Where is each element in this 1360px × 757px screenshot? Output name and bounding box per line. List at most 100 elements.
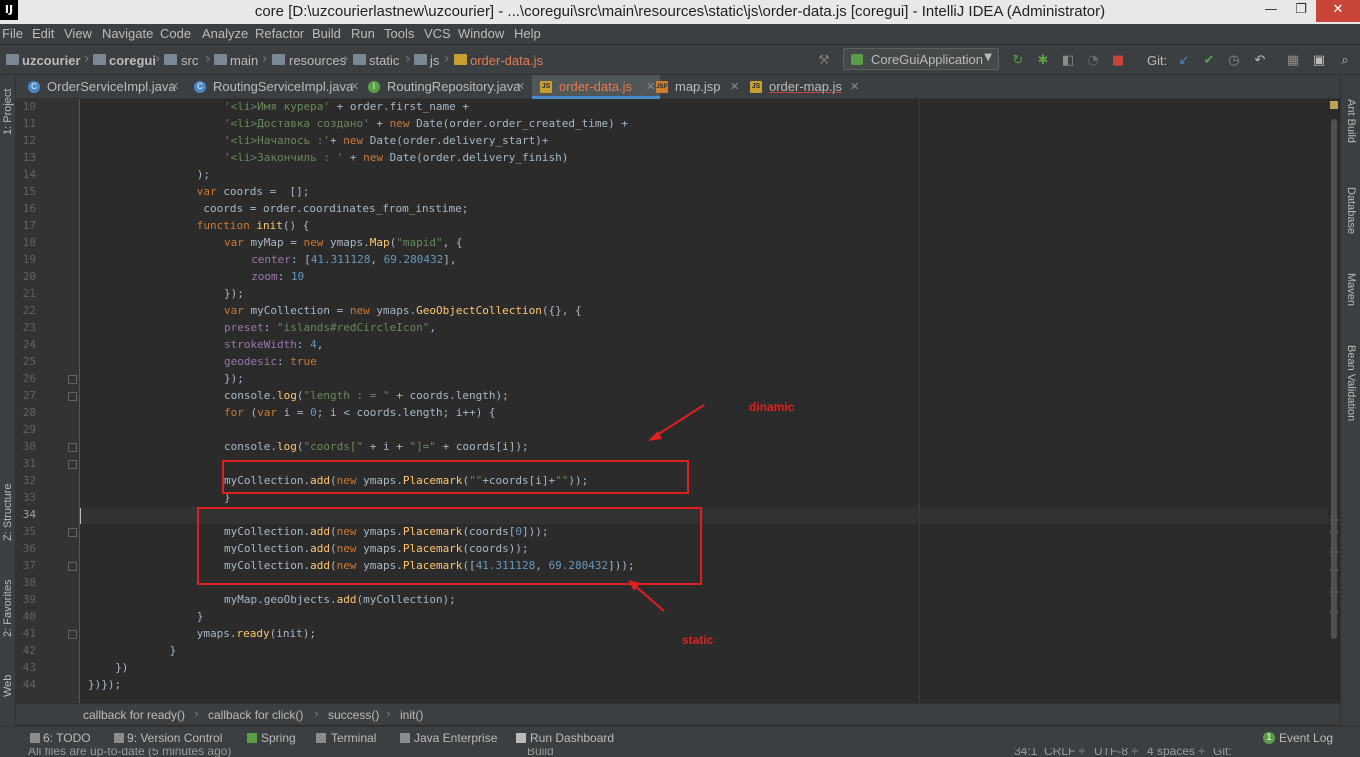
- line-number: 36: [22, 542, 36, 555]
- run-configuration-select[interactable]: CoreGuiApplication ▼: [843, 48, 999, 70]
- tool-tab-bean-validation[interactable]: Bean Validation: [1345, 345, 1357, 421]
- class-icon: C: [194, 81, 206, 93]
- line-number: 18: [22, 236, 36, 249]
- line-number: 42: [22, 644, 36, 657]
- editor-scrollbar[interactable]: [1331, 119, 1337, 639]
- status-caret-position[interactable]: 34:1: [1014, 748, 1037, 757]
- line-number: 35: [22, 525, 36, 538]
- fold-marker-icon[interactable]: [68, 562, 77, 571]
- code-crumb-init[interactable]: init(): [400, 708, 423, 722]
- folder-icon: [6, 54, 19, 65]
- fold-marker-icon[interactable]: [68, 460, 77, 469]
- static-annotation: static: [682, 633, 714, 647]
- history-icon[interactable]: ◷: [1226, 53, 1242, 69]
- tab-map-jsp[interactable]: JSP map.jsp ✕: [648, 75, 744, 99]
- status-line-separator[interactable]: CRLF ÷: [1044, 748, 1085, 757]
- fold-marker-icon[interactable]: [68, 630, 77, 639]
- menu-view[interactable]: View: [64, 26, 92, 41]
- menu-window[interactable]: Window: [458, 26, 504, 41]
- breadcrumb-file[interactable]: order-data.js: [470, 53, 543, 68]
- terminal-icon[interactable]: ▣: [1311, 53, 1327, 69]
- code-crumb-success[interactable]: success(): [328, 708, 379, 722]
- close-icon[interactable]: ✕: [850, 75, 859, 99]
- rerun-icon[interactable]: ↻: [1010, 53, 1026, 69]
- debug-icon[interactable]: ✱: [1035, 53, 1051, 69]
- menu-run[interactable]: Run: [351, 26, 375, 41]
- close-icon[interactable]: ✕: [516, 75, 525, 99]
- menu-file[interactable]: File: [2, 26, 23, 41]
- close-icon[interactable]: ✕: [350, 75, 359, 99]
- tool-tab-project[interactable]: 1: Project: [2, 89, 14, 135]
- tool-tab-run-dashboard[interactable]: Run Dashboard: [530, 731, 614, 745]
- line-number: 19: [22, 253, 36, 266]
- status-encoding[interactable]: UTF-8 ÷: [1094, 748, 1138, 757]
- search-everywhere-icon[interactable]: ⌕: [1337, 53, 1353, 69]
- tool-tab-maven[interactable]: Maven: [1345, 273, 1357, 306]
- git-commit-icon[interactable]: ✔: [1201, 53, 1217, 69]
- breadcrumb-js[interactable]: js: [430, 53, 439, 68]
- tool-tab-web[interactable]: Web: [2, 675, 14, 697]
- code-crumb-click[interactable]: callback for click(): [208, 708, 303, 722]
- tool-tab-event-log[interactable]: Event Log: [1279, 731, 1333, 745]
- chevron-right-icon: ›: [84, 51, 90, 67]
- warning-indicator-icon[interactable]: [1330, 101, 1338, 109]
- menu-code[interactable]: Code: [160, 26, 191, 41]
- close-icon[interactable]: ✕: [170, 75, 179, 99]
- tool-tab-terminal[interactable]: Terminal: [331, 731, 376, 745]
- menu-tools[interactable]: Tools: [384, 26, 414, 41]
- tool-tab-todo[interactable]: 6: TODO: [43, 731, 91, 745]
- minimize-button[interactable]: —: [1256, 0, 1286, 22]
- fold-marker-icon[interactable]: [68, 375, 77, 384]
- git-update-icon[interactable]: ↙: [1176, 53, 1192, 69]
- breadcrumb-static[interactable]: static: [369, 53, 399, 68]
- tool-tab-spring[interactable]: Spring: [261, 731, 296, 745]
- status-git[interactable]: Git:: [1213, 748, 1232, 757]
- tab-orderserviceimpl[interactable]: C OrderServiceImpl.java ✕: [20, 75, 182, 99]
- tab-routingrepository[interactable]: I RoutingRepository.java ✕: [360, 75, 530, 99]
- maximize-button[interactable]: ❐: [1286, 0, 1316, 22]
- code-line: '<li>Закончиль : ' + new Date(order.deli…: [224, 151, 569, 164]
- line-number-gutter: 10 11 12 13 14 15 16 17 18 19 20 21 22 23 24 25 26 27 28 29…: [16, 99, 80, 703]
- menu-vcs[interactable]: VCS: [424, 26, 451, 41]
- menu-build[interactable]: Build: [312, 26, 341, 41]
- tab-order-data[interactable]: JS order-data.js ✕: [532, 75, 660, 99]
- menu-help[interactable]: Help: [514, 26, 541, 41]
- line-number: 33: [22, 491, 36, 504]
- code-line: var coords = [];: [196, 185, 310, 198]
- breadcrumb-project[interactable]: uzcourier: [22, 53, 81, 68]
- fold-marker-icon[interactable]: [68, 392, 77, 401]
- fold-marker-icon[interactable]: [68, 528, 77, 537]
- close-button[interactable]: ✕: [1316, 0, 1360, 22]
- tool-tab-version-control[interactable]: 9: Version Control: [127, 731, 222, 745]
- tool-tab-java-enterprise[interactable]: Java Enterprise: [414, 731, 497, 745]
- breadcrumb-main[interactable]: main: [230, 53, 258, 68]
- hammer-icon[interactable]: ⚒: [816, 53, 832, 69]
- menu-navigate[interactable]: Navigate: [102, 26, 153, 41]
- tool-tab-ant-build[interactable]: Ant Build: [1345, 99, 1357, 143]
- code-editor[interactable]: 10 11 12 13 14 15 16 17 18 19 20 21 22 23 24 25 26 27 28 29…: [16, 99, 1328, 703]
- tool-tab-favorites[interactable]: 2: Favorites: [2, 580, 14, 637]
- breadcrumb-src[interactable]: src: [181, 53, 198, 68]
- menu-refactor[interactable]: Refactor: [255, 26, 304, 41]
- tab-order-map[interactable]: JS order-map.js ✕: [742, 75, 864, 99]
- code-line: );: [196, 168, 211, 181]
- error-stripe[interactable]: [1328, 99, 1340, 703]
- coverage-icon[interactable]: ◧: [1060, 53, 1076, 69]
- code-crumb-ready[interactable]: callback for ready(): [83, 708, 185, 722]
- close-icon[interactable]: ✕: [730, 75, 739, 99]
- breadcrumb-module[interactable]: coregui: [109, 53, 156, 68]
- revert-icon[interactable]: ↶: [1252, 53, 1268, 69]
- chevron-right-icon: ›: [343, 51, 349, 67]
- breadcrumb-resources[interactable]: resources: [289, 53, 346, 68]
- stop-icon[interactable]: ■: [1110, 53, 1126, 69]
- fold-marker-icon[interactable]: [68, 443, 77, 452]
- tool-tab-structure[interactable]: Z: Structure: [2, 484, 14, 541]
- title-bar: IJ core [D:\uzcourierlastnew\uzcourier] …: [0, 0, 1360, 24]
- tool-tab-database[interactable]: Database: [1345, 187, 1357, 234]
- tab-routingserviceimpl[interactable]: C RoutingServiceImpl.java ✕: [186, 75, 364, 99]
- project-structure-icon[interactable]: ▦: [1285, 53, 1301, 69]
- status-indent[interactable]: 4 spaces ÷: [1147, 748, 1205, 757]
- menu-analyze[interactable]: Analyze: [202, 26, 248, 41]
- menu-edit[interactable]: Edit: [32, 26, 54, 41]
- profile-icon[interactable]: ◔: [1085, 53, 1101, 69]
